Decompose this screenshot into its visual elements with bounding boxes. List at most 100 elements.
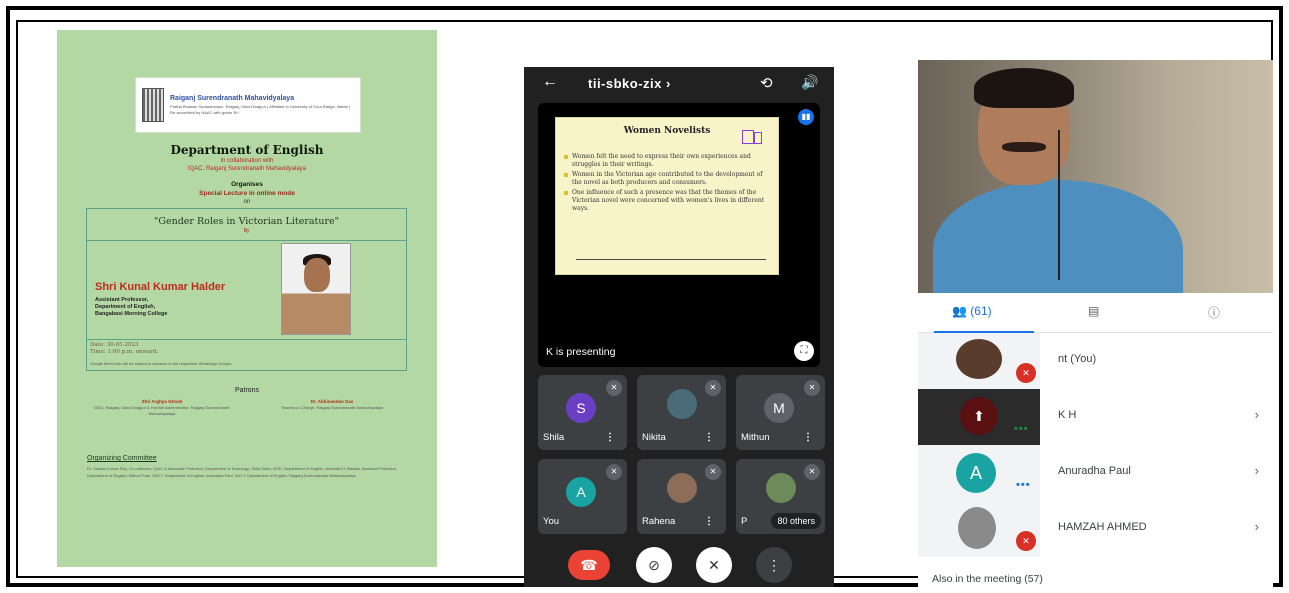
participant-name: Rahena	[642, 516, 676, 527]
slide-underline	[576, 248, 766, 260]
audio-level-icon: ▮▮	[798, 109, 814, 125]
avatar: M	[764, 393, 794, 423]
chevron-right-icon[interactable]: ›	[1255, 519, 1259, 534]
committee-heading: Organizing Committee	[87, 455, 157, 462]
mic-off-icon: ✕	[606, 464, 622, 480]
college-name: Raiganj Surendranath Mahavidyalaya	[170, 94, 295, 102]
mic-off-icon: ✕	[804, 380, 820, 396]
participant-tile[interactable]: ✕ Nikita ⋮	[637, 375, 726, 450]
pin-icon: ⬆	[960, 397, 998, 435]
participant-name: K H	[1058, 409, 1077, 421]
collab-line-2: IQAC, Raiganj Surendranath Mahavidyalaya	[187, 166, 307, 172]
chevron-right-icon[interactable]: ›	[1255, 407, 1259, 422]
participant-tile[interactable]: ✕ S Shila ⋮	[538, 375, 627, 450]
panel-tabs: 👥 (61) ▤ ⓘ	[918, 293, 1273, 333]
mic-off-icon: ✕	[705, 464, 721, 480]
participant-row[interactable]: ✕ HAMZAH AHMED ›	[918, 501, 1273, 557]
on-label: on	[243, 199, 251, 205]
speaker-photo	[281, 243, 351, 335]
participant-row[interactable]: ✕ nt (You)	[918, 333, 1273, 389]
tab-chat[interactable]: ▤	[1088, 304, 1099, 318]
speaking-indicator-icon: •••	[1014, 423, 1029, 435]
also-in-meeting-label: Also in the meeting (57)	[932, 573, 1043, 585]
participant-photo	[667, 473, 697, 503]
slide-decoration	[754, 132, 762, 144]
participant-name: HAMZAH AHMED	[1058, 521, 1147, 533]
avatar: A	[956, 453, 996, 493]
meet-phone-screen: ← tii-sbko-zix › ⟲ 🔊 Women Novelists Wom…	[524, 67, 834, 587]
avatar: A	[566, 477, 596, 507]
divider	[87, 339, 406, 340]
mic-off-icon: ✕	[606, 380, 622, 396]
lecture-poster: Raiganj Surendranath Mahavidyalaya Prath…	[57, 30, 437, 567]
college-subtitle: Pratha Bhawan Sudarshanpur, Raiganj, Utt…	[170, 103, 350, 115]
lecture-box: "Gender Roles in Victorian Literature" B…	[86, 208, 407, 371]
participant-name: P	[741, 516, 748, 527]
end-call-button[interactable]: ☎	[568, 550, 610, 580]
people-count: (61)	[970, 304, 992, 318]
speaker-designation: Assistant Professor, Department of Engli…	[95, 297, 168, 317]
participant-photo	[766, 473, 796, 503]
more-options-button[interactable]: ⋮	[756, 547, 792, 583]
participant-tile[interactable]: ✕ P 80 others	[736, 459, 825, 534]
participant-name: Mithun	[741, 432, 770, 443]
back-arrow-icon[interactable]: ←	[542, 73, 558, 91]
participant-row[interactable]: A ••• Anuradha Paul ›	[918, 445, 1273, 501]
more-options-icon[interactable]: ⋮	[803, 432, 813, 443]
participant-row[interactable]: ⬆ ••• K H ›	[918, 389, 1273, 445]
participant-tile[interactable]: ✕ Rahena ⋮	[637, 459, 726, 534]
meet-people-panel: 👥 (61) ▤ ⓘ ✕ nt (You) ⬆ ••• K H › A ••• …	[918, 60, 1273, 587]
speaker-icon[interactable]: 🔊	[801, 74, 818, 91]
tab-info[interactable]: ⓘ	[1208, 304, 1220, 321]
camera-off-button[interactable]: ⊘	[636, 547, 672, 583]
slide-bullet: One influence of such a presence was tha…	[564, 189, 774, 213]
organises-label: Organises	[231, 181, 263, 188]
patrons-heading: Patrons	[234, 387, 260, 394]
more-options-icon[interactable]: ⋮	[704, 516, 714, 527]
mic-off-button[interactable]: ✕	[696, 547, 732, 583]
chevron-right-icon[interactable]: ›	[1255, 463, 1259, 478]
patron-2: Dr. Abhinandan Das Teacher-in-Charge, Ra…	[280, 399, 384, 410]
mic-off-icon: ✕	[804, 464, 820, 480]
patron-1: Shri Arghya Ghosh DDO, Raiganj, Uttar Di…	[94, 399, 230, 416]
participant-tile[interactable]: ✕ M Mithun ⋮	[736, 375, 825, 450]
chat-icon: ▤	[1088, 304, 1100, 318]
department-title: Department of English	[170, 143, 324, 157]
mic-off-icon: ✕	[1016, 363, 1036, 383]
more-options-icon[interactable]: ⋮	[704, 432, 714, 443]
collab-line-1: In collaboration with	[220, 158, 274, 164]
more-options-icon[interactable]: ⋮	[605, 432, 615, 443]
divider	[87, 240, 406, 241]
committee-text: Dr. Sankar Kumar Roy, Co-ordinator, IQAC…	[87, 466, 398, 478]
participant-name: Anuradha Paul	[1058, 465, 1131, 477]
meeting-code[interactable]: tii-sbko-zix ›	[588, 76, 671, 91]
others-count[interactable]: 80 others	[771, 513, 821, 529]
gmeet-note: Google Meet Link will be shared in advan…	[90, 361, 232, 366]
speaker-video	[918, 60, 1273, 293]
mic-off-icon: ✕	[705, 380, 721, 396]
speaking-indicator-icon: •••	[1016, 479, 1031, 491]
special-lecture-label: Special Lecture in online mode	[199, 190, 295, 197]
switch-camera-icon[interactable]: ⟲	[760, 74, 773, 92]
participant-name: Nikita	[642, 432, 666, 443]
presentation-tile[interactable]: Women Novelists Women felt the need to e…	[538, 103, 820, 367]
slide-bullet: Women felt the need to express their own…	[564, 153, 774, 169]
people-icon: 👥	[952, 304, 967, 318]
participant-name: You	[543, 516, 560, 527]
meet-top-bar: ← tii-sbko-zix › ⟲ 🔊	[524, 67, 834, 101]
tab-people[interactable]: 👥 (61)	[952, 304, 992, 318]
participant-thumb: ⬆	[918, 389, 1040, 445]
by-label: By	[243, 228, 250, 234]
mic-off-icon: ✕	[1016, 531, 1036, 551]
fullscreen-icon[interactable]: ⛶	[794, 341, 814, 361]
slide-bullet: Women in the Victorian age contributed t…	[564, 171, 774, 187]
participant-name: nt (You)	[1058, 353, 1097, 365]
presenting-label: K is presenting	[546, 346, 616, 358]
lecture-title: "Gender Roles in Victorian Literature"	[154, 216, 339, 227]
presentation-slide: Women Novelists Women felt the need to e…	[555, 117, 779, 275]
college-seal-icon	[142, 88, 164, 122]
college-header: Raiganj Surendranath Mahavidyalaya Prath…	[135, 77, 361, 133]
avatar: S	[566, 393, 596, 423]
participant-name: Shila	[543, 432, 565, 443]
participant-tile[interactable]: ✕ A You	[538, 459, 627, 534]
